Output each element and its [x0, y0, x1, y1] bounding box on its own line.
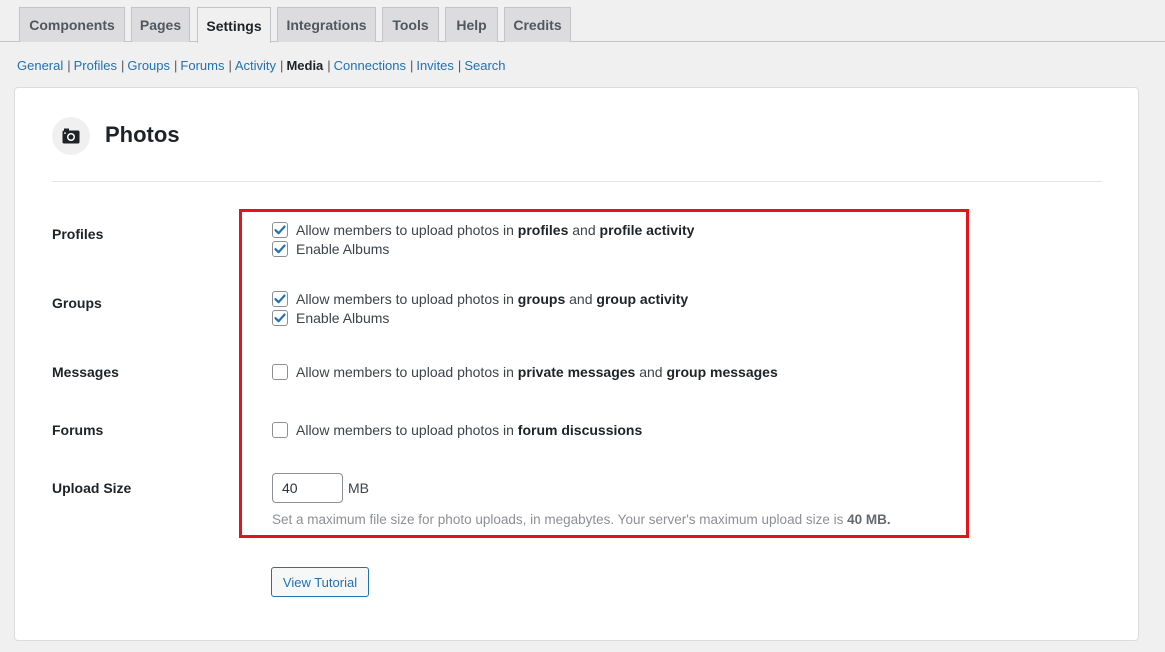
camera-icon [52, 117, 90, 155]
option-groups-albums[interactable]: Enable Albums [272, 309, 389, 327]
tab-help[interactable]: Help [445, 7, 498, 42]
option-profiles-upload[interactable]: Allow members to upload photos in profil… [272, 221, 694, 239]
tab-pages[interactable]: Pages [131, 7, 190, 42]
checkmark-icon [274, 225, 286, 235]
upload-size-hint: Set a maximum file size for photo upload… [272, 512, 891, 527]
upload-size-input[interactable] [272, 473, 343, 503]
option-messages-upload[interactable]: Allow members to upload photos in privat… [272, 363, 778, 381]
subnav-groups[interactable]: Groups [127, 58, 170, 73]
checkmark-icon [274, 294, 286, 304]
label-forums: Forums [52, 422, 104, 438]
view-tutorial-button[interactable]: View Tutorial [271, 567, 369, 597]
nav-tab-wrapper: Components Pages Settings Integrations T… [0, 0, 1165, 43]
label-groups: Groups [52, 295, 102, 311]
label-upload-size: Upload Size [52, 480, 132, 496]
checkbox-messages-upload[interactable] [272, 364, 288, 380]
subnav-activity[interactable]: Activity [235, 58, 276, 73]
tab-components[interactable]: Components [19, 7, 125, 42]
checkbox-profiles-albums[interactable] [272, 241, 288, 257]
tab-tools[interactable]: Tools [382, 7, 439, 42]
label-messages: Messages [52, 364, 119, 380]
checkbox-groups-upload[interactable] [272, 291, 288, 307]
subnav-profiles[interactable]: Profiles [74, 58, 117, 73]
subnav-invites[interactable]: Invites [416, 58, 454, 73]
subnav-media[interactable]: Media [286, 58, 323, 73]
checkbox-profiles-upload[interactable] [272, 222, 288, 238]
section-title: Photos [105, 122, 180, 147]
subnav-connections[interactable]: Connections [334, 58, 406, 73]
checkbox-groups-albums[interactable] [272, 310, 288, 326]
upload-size-unit: MB [348, 480, 369, 496]
divider [52, 181, 1102, 182]
checkmark-icon [274, 244, 286, 254]
tab-integrations[interactable]: Integrations [277, 7, 376, 42]
settings-subnav: General | Profiles | Groups | Forums | Activity |… [17, 58, 506, 73]
subnav-search[interactable]: Search [464, 58, 505, 73]
checkmark-icon [274, 313, 286, 323]
option-groups-upload[interactable]: Allow members to upload photos in groups… [272, 290, 688, 308]
photos-settings-panel: Photos Profiles Groups Messages Forums U… [14, 87, 1139, 641]
checkbox-forums-upload[interactable] [272, 422, 288, 438]
label-profiles: Profiles [52, 226, 104, 242]
option-profiles-albums[interactable]: Enable Albums [272, 240, 389, 258]
tab-settings[interactable]: Settings [197, 7, 271, 43]
subnav-general[interactable]: General [17, 58, 63, 73]
subnav-forums[interactable]: Forums [180, 58, 224, 73]
option-forums-upload[interactable]: Allow members to upload photos in forum … [272, 421, 642, 439]
tab-credits[interactable]: Credits [504, 7, 571, 42]
